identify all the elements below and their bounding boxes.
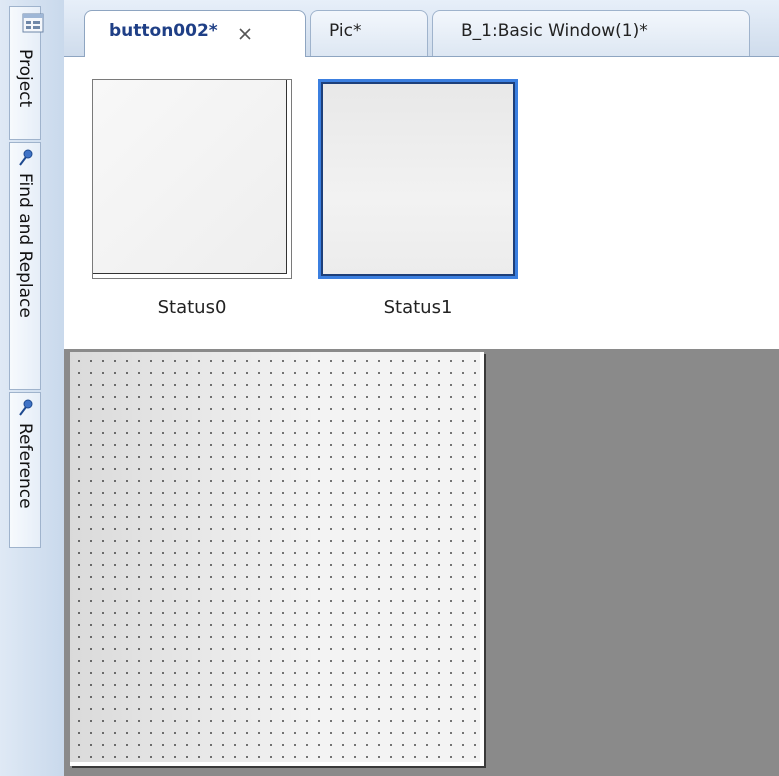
status-thumbnail-1[interactable] xyxy=(318,79,518,279)
dock-tab-find-and-replace-label: Find and Replace xyxy=(15,173,35,318)
document-tab-strip: button002* Pic* B_1:Basic Window(1)* xyxy=(64,0,779,57)
tab-basic-window[interactable]: B_1:Basic Window(1)* xyxy=(432,10,750,56)
pin-icon xyxy=(19,149,33,166)
tab-label: B_1:Basic Window(1)* xyxy=(461,21,648,41)
dock-tab-project-label: Project xyxy=(15,49,35,108)
left-dock-bar: Project Find and Replace Reference xyxy=(0,0,64,776)
tab-button002[interactable]: button002* xyxy=(84,10,306,57)
dock-tab-project[interactable]: Project xyxy=(9,6,44,140)
status-panel: Status0 Status1 xyxy=(70,57,779,349)
design-canvas[interactable] xyxy=(70,352,484,766)
project-icon xyxy=(22,13,44,33)
dock-tab-reference[interactable]: Reference xyxy=(9,392,41,548)
tab-label: button002* xyxy=(109,21,218,41)
status-caption-0: Status0 xyxy=(157,297,227,318)
pin-icon xyxy=(19,399,33,416)
tab-pic[interactable]: Pic* xyxy=(310,10,428,56)
close-icon[interactable] xyxy=(237,26,253,42)
dock-tab-reference-label: Reference xyxy=(15,423,35,509)
status-thumbnail-0[interactable] xyxy=(92,79,292,279)
dock-tab-find-and-replace[interactable]: Find and Replace xyxy=(9,142,41,390)
status-caption-1: Status1 xyxy=(383,297,453,318)
tab-label: Pic* xyxy=(329,21,362,41)
